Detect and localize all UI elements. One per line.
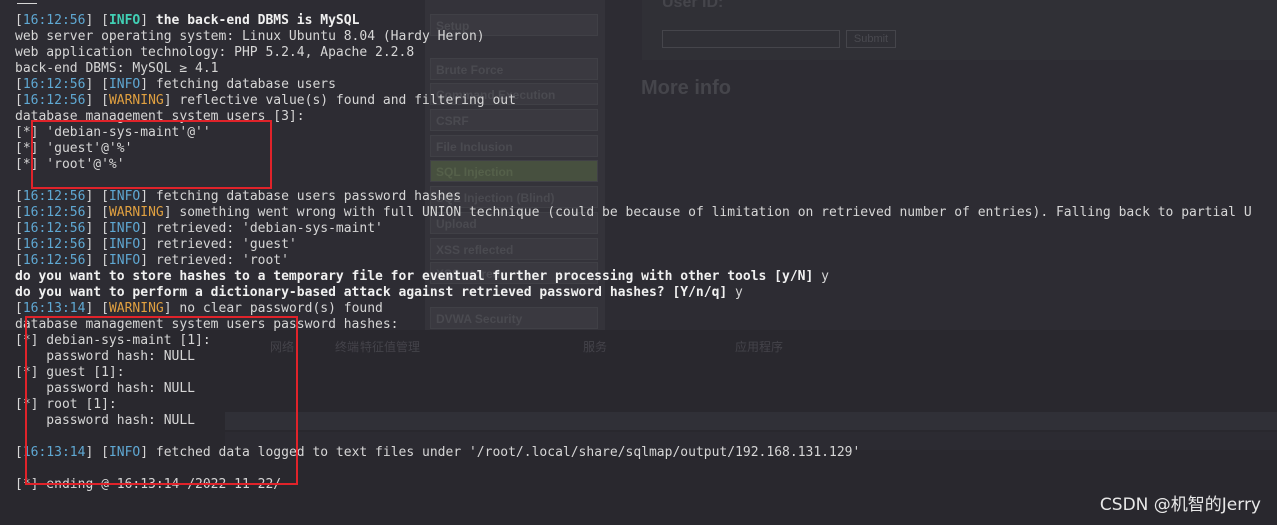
bracket: ] (140, 13, 149, 28)
log-message: the back-end DBMS is MySQL (148, 13, 360, 28)
bracket: [ (15, 477, 23, 492)
terminal-line: [16:12:56] [INFO] fetching database user… (15, 77, 1252, 93)
bracket: [ (15, 333, 23, 348)
prompt-question: do you want to store hashes to a tempora… (15, 269, 814, 284)
output-text: web server operating system: Linux Ubunt… (15, 29, 485, 44)
bracket: [ (15, 253, 23, 268)
bracket: ] [ (85, 13, 109, 28)
log-message: something went wrong with full UNION tec… (171, 205, 1252, 220)
bracket: ] [ (85, 237, 109, 252)
prompt-answer: y (813, 269, 829, 284)
bracket: [ (15, 141, 23, 156)
log-level: INFO (108, 253, 141, 268)
terminal-line: [16:12:56] [WARNING] reflective value(s)… (15, 93, 1252, 109)
log-level: INFO (108, 237, 141, 252)
log-level: WARNING (108, 205, 164, 220)
csdn-watermark: CSDN @机智的Jerry (1099, 495, 1261, 515)
bracket: ] [ (85, 189, 109, 204)
highlight-hashes-box (25, 316, 298, 485)
log-level: WARNING (108, 93, 164, 108)
bracket: ] (140, 221, 149, 236)
userid-label: User ID: (662, 0, 724, 11)
log-level: INFO (108, 221, 141, 236)
bracket: [ (15, 125, 23, 140)
timestamp: 16:12:56 (22, 253, 86, 268)
log-message: no clear password(s) found (171, 301, 383, 316)
log-level: INFO (108, 189, 141, 204)
bracket: ] [ (85, 253, 109, 268)
bracket: ] (140, 253, 149, 268)
bracket: ] (163, 205, 172, 220)
bracket: [ (15, 445, 23, 460)
bracket: ] [ (85, 301, 109, 316)
bracket: [ (15, 365, 23, 380)
bracket: ] (163, 93, 172, 108)
timestamp: 16:12:56 (22, 77, 86, 92)
bracket: ] [ (85, 205, 109, 220)
bracket: ] (140, 189, 149, 204)
log-level: WARNING (108, 301, 164, 316)
star-marker: * (22, 125, 31, 140)
log-message: retrieved: 'debian-sys-maint' (148, 221, 383, 236)
terminal-line: do you want to store hashes to a tempora… (15, 269, 1252, 285)
bracket: [ (15, 189, 23, 204)
terminal-line: [16:12:56] [INFO] fetching database user… (15, 189, 1252, 205)
bracket: ] [ (85, 221, 109, 236)
bracket: ] (140, 237, 149, 252)
log-message: retrieved: 'guest' (148, 237, 297, 252)
star-marker: * (22, 141, 31, 156)
terminal-line: [16:12:56] [INFO] retrieved: 'root' (15, 253, 1252, 269)
terminal-line: web server operating system: Linux Ubunt… (15, 29, 1252, 45)
log-message: reflective value(s) found and filtering … (171, 93, 516, 108)
timestamp: 16:12:56 (22, 93, 86, 108)
timestamp: 16:12:56 (22, 189, 86, 204)
output-text: back-end DBMS: MySQL ≥ 4.1 (15, 61, 219, 76)
timestamp: 16:12:56 (22, 205, 86, 220)
terminal-line: [16:12:56] [WARNING] something went wron… (15, 205, 1252, 221)
bracket: ] (140, 77, 149, 92)
timestamp: 16:12:56 (22, 221, 86, 236)
terminal-line: do you want to perform a dictionary-base… (15, 285, 1252, 301)
bracket: [ (15, 397, 23, 412)
bracket: [ (15, 237, 23, 252)
bracket: [ (15, 301, 23, 316)
terminal-line: [16:12:56] [INFO] the back-end DBMS is M… (15, 13, 1252, 29)
terminal-line: [16:12:56] [INFO] retrieved: 'guest' (15, 237, 1252, 253)
prompt-answer: y (727, 285, 743, 300)
log-message: fetching database users password hashes (148, 189, 462, 204)
bracket: [ (15, 13, 23, 28)
bracket: [ (15, 93, 23, 108)
log-level: INFO (108, 77, 141, 92)
terminal-top-underline (17, 3, 37, 4)
bracket: ] [ (85, 77, 109, 92)
prompt-question: do you want to perform a dictionary-base… (15, 285, 728, 300)
terminal-line: back-end DBMS: MySQL ≥ 4.1 (15, 61, 1252, 77)
log-message: retrieved: 'root' (148, 253, 289, 268)
bracket: [ (15, 221, 23, 236)
log-level: INFO (108, 13, 141, 28)
output-text: web application technology: PHP 5.2.4, A… (15, 45, 415, 60)
highlight-users-box (31, 120, 272, 189)
timestamp: 16:12:56 (22, 237, 86, 252)
terminal-line: [16:13:14] [WARNING] no clear password(s… (15, 301, 1252, 317)
timestamp: 16:12:56 (22, 13, 86, 28)
terminal-line: [16:12:56] [INFO] retrieved: 'debian-sys… (15, 221, 1252, 237)
log-message: fetching database users (148, 77, 336, 92)
bracket: ] (163, 301, 172, 316)
timestamp: 16:13:14 (22, 301, 86, 316)
bracket: [ (15, 77, 23, 92)
bracket: [ (15, 157, 23, 172)
star-marker: * (22, 157, 31, 172)
bracket: [ (15, 205, 23, 220)
terminal-line: web application technology: PHP 5.2.4, A… (15, 45, 1252, 61)
bracket: ] [ (85, 93, 109, 108)
